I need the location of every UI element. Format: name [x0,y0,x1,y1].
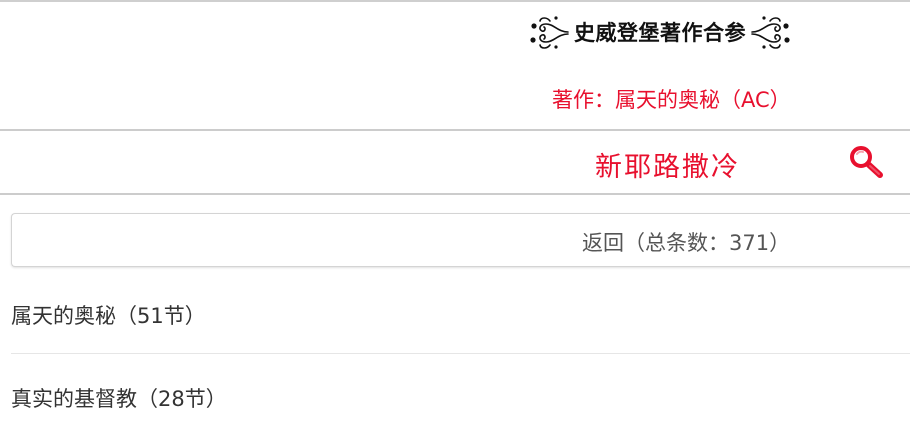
list-item[interactable]: 属天的奥秘（51节） [0,270,910,354]
flourish-right-icon [751,16,790,49]
back-button[interactable]: 返回（总条数：371） [11,213,910,267]
back-label: 返回（总条数：371） [582,231,791,255]
title-row: 史威登堡著作合参 [528,12,792,52]
section-bar: 新耶路撒冷 [0,131,910,193]
subtitle-prefix: 著作： [552,88,615,112]
search-button[interactable] [848,145,886,179]
page: 史威登堡著作合参 著作：属天的奥秘（AC） 新耶路撒冷 返回（总条数：371） … [0,0,910,437]
work-list: 属天的奥秘（51节） 真实的基督教（28节） [0,270,910,436]
magnifier-icon [850,146,883,178]
site-title: 史威登堡著作合参 [574,21,746,45]
list-item[interactable]: 真实的基督教（28节） [0,353,910,436]
list-item-label: 属天的奥秘（51节） [11,304,206,328]
subtitle-work: 属天的奥秘（AC） [615,88,791,112]
flourish-left-icon [530,16,569,49]
section-divider [0,193,910,195]
work-subtitle: 著作：属天的奥秘（AC） [552,84,791,114]
section-title: 新耶路撒冷 [595,152,740,183]
header: 史威登堡著作合参 著作：属天的奥秘（AC） [0,2,910,129]
list-item-label: 真实的基督教（28节） [11,387,227,411]
